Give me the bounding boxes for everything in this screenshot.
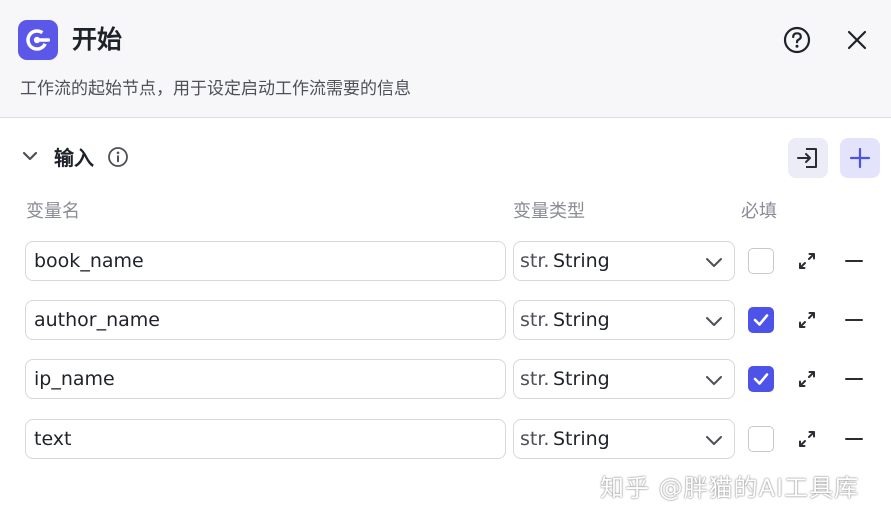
node-header: 开始 工作流的起始节点，用于设定启动工作流需要的信息 [0,0,891,118]
minus-icon[interactable] [843,428,865,450]
variable-name-input[interactable] [25,419,506,459]
column-header-type: 变量类型 [513,201,585,222]
required-checkbox[interactable] [748,307,774,333]
variable-type-select[interactable]: str. String [513,419,735,459]
type-badge: str. [520,368,550,390]
chevron-down-icon[interactable] [20,146,40,166]
node-description: 工作流的起始节点，用于设定启动工作流需要的信息 [20,79,411,99]
variable-row: str. String [0,241,891,281]
import-button[interactable] [788,138,828,178]
variable-type-select[interactable]: str. String [513,300,735,340]
type-badge: str. [520,428,550,450]
variable-type-select[interactable]: str. String [513,241,735,281]
expand-icon[interactable] [796,428,818,450]
variable-row: str. String [0,359,891,399]
expand-icon[interactable] [796,309,818,331]
expand-icon[interactable] [796,250,818,272]
chevron-down-icon [706,376,722,385]
chevron-down-icon [706,317,722,326]
required-checkbox[interactable] [748,366,774,392]
variable-name-input[interactable] [25,359,506,399]
column-header-name: 变量名 [26,201,80,222]
import-icon [797,148,817,168]
type-badge: str. [520,250,550,272]
chevron-down-icon [706,436,722,445]
variable-type-select[interactable]: str. String [513,359,735,399]
minus-icon[interactable] [843,250,865,272]
minus-icon[interactable] [843,368,865,390]
type-label: String [553,428,610,450]
section-title-input: 输入 [54,146,94,170]
column-header-required: 必填 [741,201,777,222]
required-checkbox[interactable] [748,248,774,274]
type-badge: str. [520,309,550,331]
variable-name-input[interactable] [25,241,506,281]
variable-row: str. String [0,419,891,459]
chevron-down-icon [706,258,722,267]
start-node-icon [18,20,58,60]
plus-icon [849,147,871,169]
info-icon[interactable] [107,146,129,168]
type-label: String [553,368,610,390]
node-title: 开始 [72,25,123,54]
type-label: String [553,309,610,331]
type-label: String [553,250,610,272]
close-icon[interactable] [842,25,872,55]
variable-name-input[interactable] [25,300,506,340]
variable-row: str. String [0,300,891,340]
check-icon [753,373,769,385]
add-variable-button[interactable] [840,138,880,178]
required-checkbox[interactable] [748,426,774,452]
help-circle-icon[interactable] [782,25,812,55]
minus-icon[interactable] [843,309,865,331]
watermark: 知乎 @胖猫的AI工具库 [600,474,860,502]
check-icon [753,314,769,326]
expand-icon[interactable] [796,368,818,390]
